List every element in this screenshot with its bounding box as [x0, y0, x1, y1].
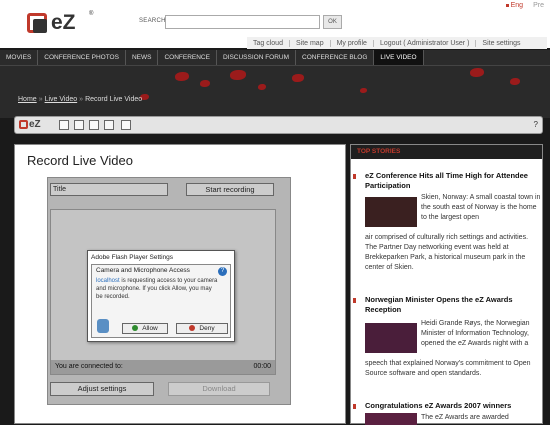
breadcrumb: Home» Live Video» Record Live Video: [18, 96, 143, 103]
camera-icon: [97, 319, 109, 333]
petal-decoration: [510, 78, 520, 85]
petal-decoration: [292, 74, 304, 82]
page-title: Record Live Video: [27, 153, 133, 168]
connection-status: You are connected to: 00:00: [51, 360, 275, 374]
deny-button[interactable]: Deny: [176, 323, 228, 334]
logo-registered: ®: [89, 11, 94, 17]
nav-conference[interactable]: CONFERENCE: [158, 50, 217, 65]
toolbar-logo-text: eZ: [29, 119, 41, 130]
story-summary: Heidi Grande Røys, the Norwegian Ministe…: [421, 320, 530, 347]
nav-live-video[interactable]: LIVE VIDEO: [374, 50, 424, 65]
petal-decoration: [360, 88, 367, 93]
utility-tag-cloud[interactable]: Tag cloud: [247, 39, 290, 47]
sort-icon[interactable]: [121, 120, 131, 130]
help-icon[interactable]: ?: [218, 267, 227, 276]
story-summary: The eZ Awards are awarded: [421, 414, 509, 421]
nav-movies[interactable]: MOVIES: [0, 50, 39, 65]
flash-settings-dialog: Adobe Flash Player Settings Camera and M…: [87, 250, 235, 342]
search-input[interactable]: [165, 15, 320, 29]
petal-decoration: [258, 84, 266, 90]
sidebar-heading: TOP STORIES: [351, 145, 542, 159]
top-stories-sidebar: TOP STORIES eZ Conference Hits all Time …: [350, 144, 543, 425]
toolbar-logo: eZ: [19, 119, 51, 131]
flash-dialog-heading: Camera and Microphone Access: [96, 267, 190, 274]
utility-nav: Tag cloud Site map My profile Logout ( A…: [247, 37, 547, 49]
nav-conference-blog[interactable]: CONFERENCE BLOG: [296, 50, 375, 65]
lang-english[interactable]: Eng: [511, 2, 523, 9]
host-link[interactable]: localhost: [96, 278, 120, 284]
main-nav: MOVIES CONFERENCE PHOTOS NEWS CONFERENCE…: [0, 50, 550, 66]
story-title[interactable]: Norwegian Minister Opens the eZ Awards R…: [365, 295, 541, 315]
nav-discussion-forum[interactable]: DISCUSSION FORUM: [217, 50, 297, 65]
lang-other[interactable]: Pre: [533, 2, 544, 9]
story-title[interactable]: Congratulations eZ Awards 2007 winners: [365, 401, 541, 411]
petal-decoration: [200, 80, 210, 87]
video-preview: Adobe Flash Player Settings Camera and M…: [50, 209, 276, 375]
logo-mark: [19, 119, 28, 129]
title-input[interactable]: Title: [50, 183, 168, 196]
admin-toolbar: eZ ?: [14, 116, 543, 134]
copy-icon[interactable]: [89, 120, 99, 130]
flag-icon: [505, 3, 509, 7]
site-logo[interactable]: eZ ®: [27, 11, 95, 37]
check-icon: [132, 325, 139, 332]
adjust-settings-button[interactable]: Adjust settings: [50, 382, 154, 396]
edit-icon[interactable]: [59, 120, 69, 130]
search-button[interactable]: OK: [323, 15, 342, 29]
story-summary: Skien, Norway: A small coastal town in t…: [421, 194, 541, 221]
story-image[interactable]: [365, 197, 417, 227]
logo-mark-inner: [33, 19, 47, 33]
utility-my-profile[interactable]: My profile: [331, 39, 374, 47]
bullet-icon: [353, 174, 356, 179]
petal-decoration: [470, 68, 484, 77]
breadcrumb-current: Record Live Video: [85, 96, 143, 103]
petal-decoration: [175, 72, 189, 81]
hero-banner: [0, 66, 550, 118]
status-text: You are connected to:: [55, 363, 123, 370]
recorder-panel: Title Start recording Adobe Flash Player…: [47, 177, 291, 405]
delete-icon[interactable]: [104, 120, 114, 130]
utility-site-settings[interactable]: Site settings: [476, 40, 526, 47]
flash-dialog-message: localhost is requesting access to your c…: [96, 277, 218, 301]
recording-timer: 00:00: [253, 363, 271, 370]
start-recording-button[interactable]: Start recording: [186, 183, 274, 196]
story-summary-continued: speech that explained Norway's commitmen…: [365, 360, 531, 377]
nav-news[interactable]: NEWS: [126, 50, 159, 65]
allow-label: Allow: [142, 325, 158, 332]
language-switcher: Eng Pre: [505, 2, 544, 9]
utility-site-map[interactable]: Site map: [290, 39, 331, 47]
deny-icon: [189, 325, 196, 332]
story-summary-continued: air comprised of culturally rich setting…: [365, 234, 529, 271]
story-title[interactable]: eZ Conference Hits all Time High for Att…: [365, 171, 541, 191]
story-image[interactable]: [365, 413, 417, 425]
allow-button[interactable]: Allow: [122, 323, 168, 334]
nav-conference-photos[interactable]: CONFERENCE PHOTOS: [38, 50, 126, 65]
petal-decoration: [230, 70, 246, 80]
flash-dialog-title: Adobe Flash Player Settings: [91, 254, 174, 261]
move-icon[interactable]: [74, 120, 84, 130]
help-icon[interactable]: ?: [534, 120, 538, 129]
bullet-icon: [353, 298, 356, 303]
utility-logout[interactable]: Logout ( Administrator User ): [374, 39, 477, 47]
search-label: SEARCH:: [139, 18, 168, 24]
story-image[interactable]: [365, 323, 417, 353]
download-button[interactable]: Download: [168, 382, 270, 396]
site-header: eZ ® SEARCH: OK Eng Pre Tag cloud Site ma…: [0, 0, 550, 49]
breadcrumb-home[interactable]: Home: [18, 96, 37, 103]
deny-label: Deny: [199, 325, 215, 332]
bullet-icon: [353, 404, 356, 409]
main-content: Record Live Video Title Start recording …: [14, 144, 346, 424]
breadcrumb-live-video[interactable]: Live Video: [45, 96, 78, 103]
logo-text: eZ: [51, 11, 76, 34]
flash-dialog-body: Camera and Microphone Access ? localhost…: [91, 264, 231, 338]
